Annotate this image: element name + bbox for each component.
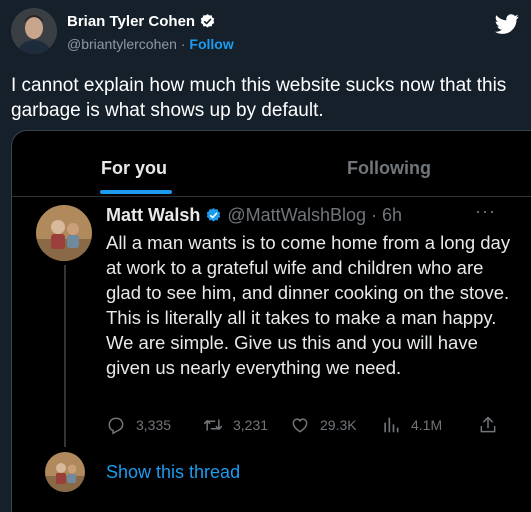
quoted-author-name[interactable]: Matt Walsh	[106, 205, 200, 226]
like-button[interactable]: 29.3K	[290, 415, 357, 435]
verified-badge-icon	[207, 208, 221, 222]
share-icon	[480, 416, 496, 433]
share-button[interactable]	[478, 415, 498, 435]
verified-badge-icon	[200, 14, 215, 28]
reply-button[interactable]: 3,335	[106, 415, 171, 435]
retweet-button[interactable]: 3,231	[203, 415, 268, 435]
retweet-count: 3,231	[233, 417, 269, 433]
tweet-time[interactable]: 6h	[382, 205, 402, 226]
embedded-screenshot: For you Following Matt Walsh @MattWalshB…	[11, 130, 531, 512]
thread-avatar[interactable]	[45, 452, 85, 492]
reply-icon	[108, 417, 124, 435]
quoted-tweet-text: All a man wants is to come home from a l…	[106, 232, 511, 378]
timeline-tabs: For you Following	[12, 131, 531, 197]
quoted-tweet-header: Matt Walsh @MattWalshBlog · 6h	[106, 205, 402, 226]
separator-dot: ·	[180, 36, 186, 52]
active-tab-indicator	[100, 190, 172, 194]
thread-line	[64, 265, 66, 447]
show-thread-link[interactable]: Show this thread	[106, 462, 240, 483]
views-button[interactable]: 4.1M	[381, 415, 442, 435]
author-name[interactable]: Brian Tyler Cohen	[67, 13, 216, 30]
more-icon[interactable]: ···	[475, 201, 496, 222]
twitter-bird-icon[interactable]	[495, 12, 519, 36]
author-name-text: Brian Tyler Cohen	[67, 13, 196, 30]
separator-dot: ·	[371, 205, 377, 225]
views-icon	[384, 417, 399, 433]
quoted-author-avatar[interactable]	[36, 205, 92, 261]
author-avatar[interactable]	[11, 8, 57, 54]
views-count: 4.1M	[411, 417, 443, 433]
tab-for-you[interactable]: For you	[101, 158, 167, 179]
tweet-embed: Brian Tyler Cohen @briantylercohen · Fol…	[0, 0, 531, 512]
tab-following[interactable]: Following	[347, 158, 431, 179]
author-handle[interactable]: @briantylercohen	[67, 36, 177, 52]
reply-count: 3,335	[136, 417, 172, 433]
follow-button[interactable]: Follow	[189, 36, 233, 52]
action-bar: 3,335 3,231 29.3K 4.1M	[106, 415, 506, 439]
author-subline: @briantylercohen · Follow	[67, 36, 234, 52]
like-count: 29.3K	[320, 417, 357, 433]
retweet-icon	[203, 419, 223, 431]
tweet-text: I cannot explain how much this website s…	[11, 75, 507, 121]
quoted-author-handle[interactable]: @MattWalshBlog	[227, 205, 366, 226]
like-icon	[292, 418, 308, 433]
